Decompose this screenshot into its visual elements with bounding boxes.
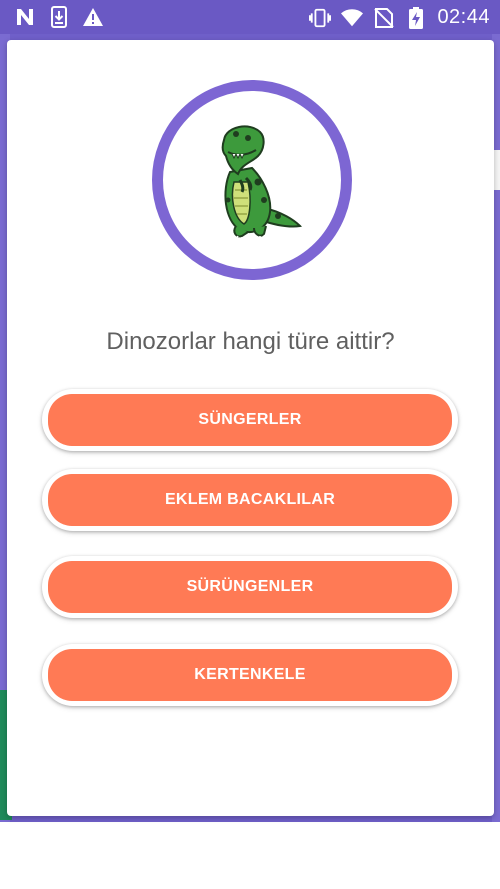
option-card-1: SÜNGERLER	[42, 389, 458, 451]
question-image-ring	[152, 80, 352, 280]
status-bar: 02:44	[0, 0, 500, 34]
download-icon	[48, 6, 70, 28]
question-text: Dinozorlar hangi türe aittir?	[106, 328, 395, 355]
wifi-icon	[341, 7, 364, 29]
answer-option-2-button[interactable]: EKLEM BACAKLILAR	[48, 474, 452, 526]
option-card-2: EKLEM BACAKLILAR	[42, 469, 458, 531]
bottom-area	[0, 822, 500, 889]
answer-option-4-button[interactable]: KERTENKELE	[48, 649, 452, 701]
warning-icon	[82, 6, 104, 28]
status-time: 02:44	[437, 6, 490, 28]
battery-charging-icon	[405, 6, 427, 29]
quiz-dialog: Dinozorlar hangi türe aittir? SÜNGERLER …	[7, 40, 494, 816]
answer-option-1-button[interactable]: SÜNGERLER	[48, 394, 452, 446]
answer-option-3-button[interactable]: SÜRÜNGENLER	[48, 561, 452, 613]
option-card-4: KERTENKELE	[42, 644, 458, 706]
n-app-icon	[14, 6, 36, 28]
vibrate-icon	[309, 7, 332, 29]
dinosaur-icon	[221, 125, 302, 240]
option-card-3: SÜRÜNGENLER	[42, 556, 458, 618]
no-sim-icon	[373, 7, 395, 29]
